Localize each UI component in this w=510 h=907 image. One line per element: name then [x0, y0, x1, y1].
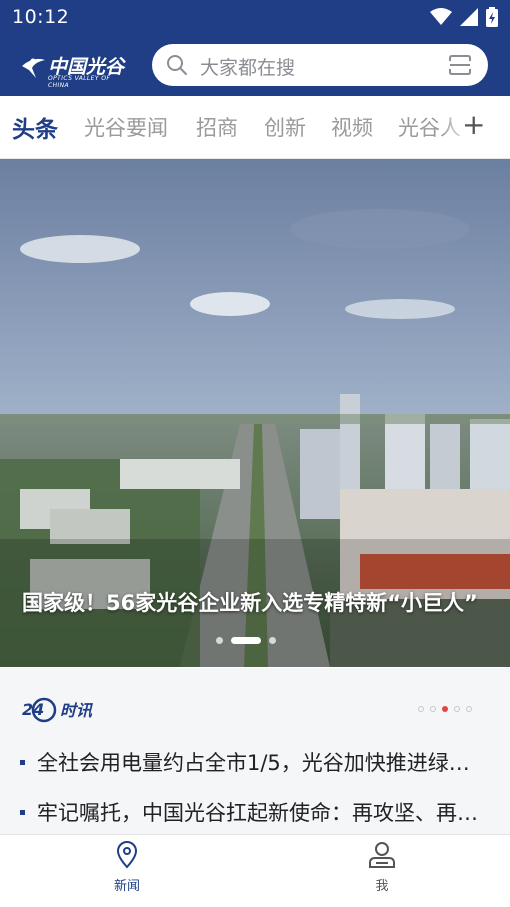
news-item-text: 全社会用电量约占全市1/5，光谷加快推进绿色低碳发展	[37, 751, 490, 775]
nav-news[interactable]: 新闻	[77, 841, 177, 894]
battery-icon	[486, 7, 498, 27]
nav-news-label: 新闻	[113, 879, 140, 894]
scan-icon[interactable]	[448, 54, 472, 76]
banner-carousel[interactable]: 国家级！56家光谷企业新入选专精特新“小巨人”	[0, 159, 510, 667]
search-placeholder: 大家都在搜	[200, 57, 296, 79]
signal-icon	[460, 8, 478, 26]
news-item[interactable]: 牢记嘱托，中国光谷扛起新使命：再攻坚、再突破	[20, 797, 490, 827]
banner-caption[interactable]: 国家级！56家光谷企业新入选专精特新“小巨人”	[22, 587, 492, 617]
tab-video[interactable]: 视频	[331, 112, 373, 142]
tab-valley-news[interactable]: 光谷要闻	[84, 112, 168, 142]
carousel-dot	[216, 637, 223, 644]
news-page-indicator	[418, 706, 472, 712]
search-bar[interactable]: 大家都在搜	[152, 44, 488, 86]
wifi-icon	[430, 8, 452, 25]
user-icon	[369, 842, 395, 868]
app-header: 中国光谷 OPTICS VALLEY OF CHINA 大家都在搜	[0, 34, 510, 96]
news-brand-num: 24	[22, 700, 44, 719]
app-logo: 中国光谷 OPTICS VALLEY OF CHINA	[18, 50, 133, 89]
logo-mark-icon	[22, 58, 45, 78]
logo-en: OPTICS VALLEY OF CHINA	[48, 75, 111, 89]
tab-investment[interactable]: 招商	[196, 112, 238, 142]
carousel-dot	[269, 637, 276, 644]
status-time: 10:12	[12, 6, 70, 28]
news-ticker: 24 时讯 全社会用电量约占全市1/5，光谷加快推进绿色低碳发展 牢记嘱托，中国…	[0, 668, 510, 834]
category-tabs: 头条 光谷要闻 招商 创新 视频 光谷人 +	[0, 96, 510, 159]
clock-24h-icon: 24	[22, 697, 57, 723]
location-pin-icon	[116, 841, 138, 869]
tab-headlines[interactable]: 头条	[12, 110, 58, 144]
carousel-dot-active	[231, 637, 261, 644]
news-brand: 24 时讯	[22, 694, 112, 726]
bottom-nav: 新闻 我	[0, 834, 510, 907]
nav-me[interactable]: 我	[332, 841, 432, 894]
status-bar: 10:12	[0, 0, 510, 34]
news-item[interactable]: 全社会用电量约占全市1/5，光谷加快推进绿色低碳发展	[20, 747, 490, 777]
nav-me-label: 我	[375, 879, 389, 894]
search-icon	[167, 55, 187, 75]
plus-icon[interactable]: +	[462, 108, 485, 141]
news-brand-label: 时讯	[60, 701, 93, 720]
news-item-text: 牢记嘱托，中国光谷扛起新使命：再攻坚、再突破	[37, 801, 490, 825]
tab-innovation[interactable]: 创新	[264, 112, 306, 142]
carousel-indicator	[216, 637, 276, 644]
